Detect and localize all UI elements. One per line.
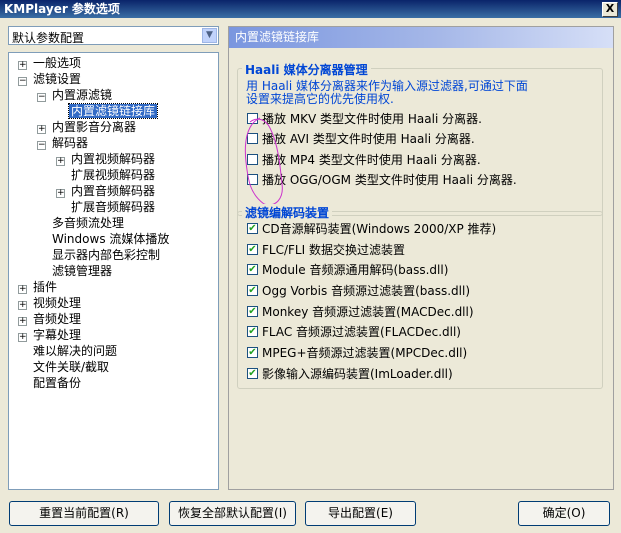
tree-item-builtin-splitter[interactable]: 内置滤镜链接库 [67, 103, 159, 119]
tree-item-troubleshoot[interactable]: 难以解决的问题 [33, 344, 117, 359]
checkbox-label: 播放 MKV 类型文件时使用 Haali 分离器. [262, 112, 482, 126]
checkbox-label: 播放 MP4 类型文件时使用 Haali 分离器. [262, 153, 481, 167]
tree-item-subtitles[interactable]: 字幕处理 [33, 328, 81, 343]
checkbox-box[interactable]: ✔ [247, 347, 258, 358]
tree-item-builtin-media-splitter[interactable]: 内置影音分离器 [52, 120, 136, 135]
decoder-item-flc[interactable]: ✔ FLC/FLI 数据交换过滤装置 [247, 242, 405, 258]
haali-group-title: Haali 媒体分离器管理 [242, 61, 371, 78]
expand-icon[interactable]: + [18, 333, 27, 342]
checkbox-label: Ogg Vorbis 音频源过滤装置(bass.dll) [262, 284, 471, 298]
preset-value: 默认参数配置 [12, 31, 85, 45]
expand-icon[interactable]: + [37, 125, 46, 134]
tree-item-display-color[interactable]: 显示器内部色彩控制 [52, 248, 160, 263]
tree-item-file-assoc[interactable]: 文件关联/截取 [33, 360, 109, 375]
ok-button[interactable]: 确定(O) [518, 501, 610, 526]
settings-tree[interactable]: + 一般选项 − 滤镜设置 − 内置源滤镜 内置滤镜链接库 + 内置影音分离器 … [8, 52, 219, 490]
tree-item-multi-audio[interactable]: 多音频流处理 [52, 216, 124, 231]
window-title: KMPlayer 参数选项 [4, 2, 120, 16]
checkbox-box[interactable]: ✔ [247, 326, 258, 337]
tree-item-backup[interactable]: 配置备份 [33, 376, 81, 391]
close-icon: X [605, 2, 615, 15]
expand-icon[interactable]: + [18, 61, 27, 70]
tree-item-filter-manager[interactable]: 滤镜管理器 [52, 264, 112, 279]
tree-item-builtin-source[interactable]: 内置源滤镜 [52, 88, 112, 103]
decoder-item-mpeg[interactable]: ✔ MPEG+音频源过滤装置(MPCDec.dll) [247, 345, 467, 361]
tree-item-windows-media[interactable]: Windows 流媒体播放 [52, 232, 169, 247]
tree-item-ext-audio-dec[interactable]: 扩展音频解码器 [71, 200, 155, 215]
hand-drawn-annotation [244, 117, 283, 206]
checkbox-label: MPEG+音频源过滤装置(MPCDec.dll) [262, 346, 468, 360]
checkbox-box[interactable]: ✔ [247, 306, 258, 317]
settings-panel: 内置滤镜链接库 Haali 媒体分离器管理 用 Haali 媒体分离器来作为输入… [228, 26, 614, 490]
close-button[interactable]: X [602, 2, 618, 17]
checkbox-label: CD音源解码装置(Windows 2000/XP 推荐) [262, 222, 497, 236]
reset-current-button[interactable]: 重置当前配置(R) [9, 501, 159, 526]
tree-item-filter-settings[interactable]: 滤镜设置 [33, 72, 81, 87]
checkbox-label: 播放 AVI 类型文件时使用 Haali 分离器. [262, 132, 475, 146]
decoder-item-ogg[interactable]: ✔ Ogg Vorbis 音频源过滤装置(bass.dll) [247, 283, 470, 299]
expand-icon[interactable]: + [18, 285, 27, 294]
collapse-icon[interactable]: − [18, 77, 27, 86]
tree-item-decoders[interactable]: 解码器 [52, 136, 88, 151]
tree-item-video[interactable]: 视频处理 [33, 296, 81, 311]
selected-node-label: 内置滤镜链接库 [67, 103, 159, 119]
haali-group: Haali 媒体分离器管理 用 Haali 媒体分离器来作为输入源过滤器,可通过… [237, 61, 603, 216]
decoder-item-image[interactable]: ✔ 影像输入源编码装置(ImLoader.dll) [247, 366, 453, 382]
checkbox-box[interactable]: ✔ [247, 264, 258, 275]
expand-icon[interactable]: + [18, 317, 27, 326]
haali-desc-line2: 设置来提高它的优先使用权. [246, 92, 394, 106]
collapse-icon[interactable]: − [37, 93, 46, 102]
tree-item-builtin-video-dec[interactable]: 内置视频解码器 [71, 152, 155, 167]
tree-item-plugins[interactable]: 插件 [33, 280, 57, 295]
checkbox-box[interactable]: ✔ [247, 223, 258, 234]
checkbox-label: FLAC 音频源过滤装置(FLACDec.dll) [262, 325, 461, 339]
preset-select[interactable]: 默认参数配置 ▼ [8, 26, 219, 45]
panel-title: 内置滤镜链接库 [229, 27, 613, 48]
checkbox-label: Monkey 音频源过滤装置(MACDec.dll) [262, 305, 474, 319]
decoder-item-monkey[interactable]: ✔ Monkey 音频源过滤装置(MACDec.dll) [247, 304, 474, 320]
expand-icon[interactable]: + [18, 301, 27, 310]
decoder-item-flac[interactable]: ✔ FLAC 音频源过滤装置(FLACDec.dll) [247, 324, 461, 340]
checkbox-label: 播放 OGG/OGM 类型文件时使用 Haali 分离器. [262, 173, 517, 187]
tree-item-ext-video-dec[interactable]: 扩展视频解码器 [71, 168, 155, 183]
decoder-group-title: 滤镜编解码装置 [242, 204, 333, 221]
checkbox-label: FLC/FLI 数据交换过滤装置 [262, 243, 405, 257]
checkbox-label: 影像输入源编码装置(ImLoader.dll) [262, 367, 453, 381]
decoder-group: 滤镜编解码装置 ✔ CD音源解码装置(Windows 2000/XP 推荐) ✔ F… [237, 204, 603, 389]
checkbox-box[interactable]: ✔ [247, 244, 258, 255]
collapse-icon[interactable]: − [37, 141, 46, 150]
checkbox-label: Module 音频源通用解码(bass.dll) [262, 263, 449, 277]
decoder-item-module[interactable]: ✔ Module 音频源通用解码(bass.dll) [247, 262, 448, 278]
chevron-down-icon[interactable]: ▼ [202, 28, 217, 43]
export-button[interactable]: 导出配置(E) [305, 501, 416, 526]
checkbox-box[interactable]: ✔ [247, 368, 258, 379]
checkbox-box[interactable]: ✔ [247, 285, 258, 296]
restore-defaults-button[interactable]: 恢复全部默认配置(I) [169, 501, 296, 526]
tree-item-audio[interactable]: 音频处理 [33, 312, 81, 327]
title-bar: KMPlayer 参数选项 X [0, 0, 621, 18]
decoder-item-cd[interactable]: ✔ CD音源解码装置(Windows 2000/XP 推荐) [247, 221, 496, 237]
tree-item-builtin-audio-dec[interactable]: 内置音频解码器 [71, 184, 155, 199]
expand-icon[interactable]: + [56, 157, 65, 166]
tree-item-general[interactable]: 一般选项 [33, 56, 81, 71]
expand-icon[interactable]: + [56, 189, 65, 198]
